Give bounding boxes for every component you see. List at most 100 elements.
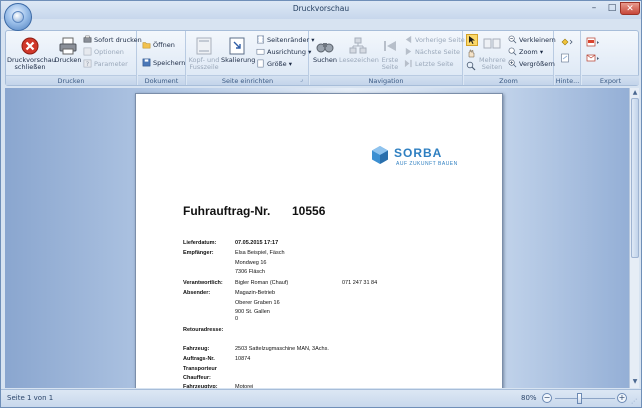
options-icon [83,47,92,56]
pointer-tool-button[interactable] [466,34,478,46]
header-footer-button[interactable]: Kopf- und Fusszeile [188,36,220,71]
margins-icon [257,35,264,44]
print-now-button[interactable]: Sofort drucken [83,35,142,45]
last-page-icon [404,59,412,68]
close-preview-label: Druckvorschau schließen [7,56,56,71]
vertical-scrollbar[interactable]: ▲ ▼ [629,88,639,388]
zoom-in-button[interactable]: Vergrößern [508,59,555,69]
field-value: 07.05.2015 17:17 [235,240,279,246]
order-number: 10556 [292,204,326,218]
open-button[interactable]: Öffnen [142,40,175,50]
orientation-icon [256,48,265,55]
last-page-button[interactable]: Letzte Seite [404,59,454,69]
group-label-zoom: Zoom [464,75,553,85]
prev-page-button[interactable]: Vorherige Seite [404,35,465,45]
group-label-hintergrund: Hinte... [555,75,580,85]
options-label: Optionen [94,48,124,56]
page-size-icon [257,59,264,68]
margins-button[interactable]: Seitenränder ▾ [256,35,315,45]
export-pdf-button[interactable] [586,37,604,49]
header-footer-icon [196,37,212,55]
sorba-logo-text: SORBA [394,146,443,160]
quick-print-icon [83,35,92,43]
size-button[interactable]: Größe ▾ [256,59,292,69]
field-value: 2503 Sattelzugmaschine MAN, 3Achs. [235,346,329,352]
scroll-up-icon[interactable]: ▲ [630,89,640,97]
multiple-pages-button[interactable]: Mehrere Seiten [479,36,506,71]
orientation-button[interactable]: Ausrichtung ▾ [256,47,311,57]
group-dokument: Öffnen Speichern Dokument [138,31,186,85]
zoom-out-label: Verkleinern [519,36,556,44]
header-footer-label: Kopf- und Fusszeile [188,56,220,71]
search-button[interactable]: Suchen [312,36,338,64]
field-value: Oberer Graben 16 [235,300,280,306]
zoom-slider-track[interactable] [555,398,615,399]
scrollbar-thumb[interactable] [631,98,639,258]
field-label: Empfänger: [183,250,214,256]
sorba-logo-tagline: AUF ZUKUNFT BAUEN [396,161,458,167]
group-seite-einrichten: Kopf- und Fusszeile Skalierung Seitenrän… [187,31,315,85]
ribbon: Druckvorschau schließen Drucken Sofort d… [5,30,639,86]
close-circle-icon [21,37,39,55]
sorba-logo-icon [372,146,388,164]
print-now-label: Sofort drucken [94,36,142,44]
last-page-label: Letzte Seite [415,60,454,68]
group-drucken: Druckvorschau schließen Drucken Sofort d… [6,31,142,85]
group-export: Export [582,31,639,85]
binoculars-icon [316,43,334,53]
scaling-label: Skalierung [221,56,256,64]
parameters-label: Parameter [94,60,128,68]
field-value: Motorei [235,384,254,388]
close-window-button[interactable]: ✕ [620,2,640,15]
zoom-slider-thumb[interactable] [577,393,582,404]
watermark-button[interactable] [560,53,576,65]
magnifier-tool-button[interactable] [466,61,478,73]
group-label-dokument: Dokument [138,75,185,85]
group-label-drucken: Drucken [6,75,136,85]
document-title: Fuhrauftrag-Nr. [183,204,271,218]
zoom-icon [508,47,517,56]
email-icon [586,54,599,62]
next-arrow-icon [405,47,412,56]
save-disk-icon [142,58,151,67]
group-navigation: Suchen Lesezeichen Erste Seite Vorherige… [310,31,465,85]
zoom-out-button[interactable]: Verkleinern [508,35,556,45]
bookmarks-button[interactable]: Lesezeichen [339,36,379,64]
scaling-button[interactable]: Skalierung [221,36,256,64]
field-value: 0 [235,316,239,322]
first-page-button[interactable]: Erste Seite [378,36,402,71]
next-page-button[interactable]: Nächste Seite [404,47,460,57]
paint-bucket-icon [561,38,573,46]
send-email-button[interactable] [586,53,604,65]
preview-workspace[interactable]: SORBA AUF ZUKUNFT BAUEN Fuhrauftrag-Nr. … [5,88,629,388]
field-extra-value: 071 247 31 84 [342,280,378,286]
minimize-button[interactable]: – [585,2,603,15]
zoom-plus-button[interactable]: + [617,393,627,403]
application-menu-button[interactable] [4,3,32,31]
prev-page-label: Vorherige Seite [415,36,465,44]
field-value: Mondweg 16 [235,260,267,266]
orientation-label: Ausrichtung [267,48,307,56]
hand-tool-button[interactable] [466,48,478,60]
watermark-icon [561,53,569,63]
close-preview-button[interactable]: Druckvorschau schließen [7,36,56,71]
print-button[interactable]: Drucken [54,36,82,64]
multiple-pages-icon [483,38,501,49]
dialog-launcher-icon[interactable]: ⌟ [300,77,307,84]
field-label: Retouradresse: [183,327,224,333]
parameters-button[interactable]: ? Parameter [83,59,128,69]
zoom-dropdown-button[interactable]: Zoom ▾ [508,47,543,57]
field-label: Absender: [183,290,211,296]
resize-grip-icon[interactable]: ⋰ [631,398,639,406]
save-button[interactable]: Speichern [142,58,185,68]
zoom-percentage[interactable]: 80% [521,394,537,402]
page-color-button[interactable] [560,37,576,49]
options-button[interactable]: Optionen [83,47,124,57]
maximize-button[interactable]: □ [603,2,621,15]
field-value: Magazin-Betrieb [235,290,276,296]
bookmarks-label: Lesezeichen [339,56,379,64]
scroll-down-icon[interactable]: ▼ [630,378,640,386]
group-label-export: Export [582,75,639,85]
group-hintergrund: Hinte... [555,31,581,85]
zoom-minus-button[interactable]: − [542,393,552,403]
